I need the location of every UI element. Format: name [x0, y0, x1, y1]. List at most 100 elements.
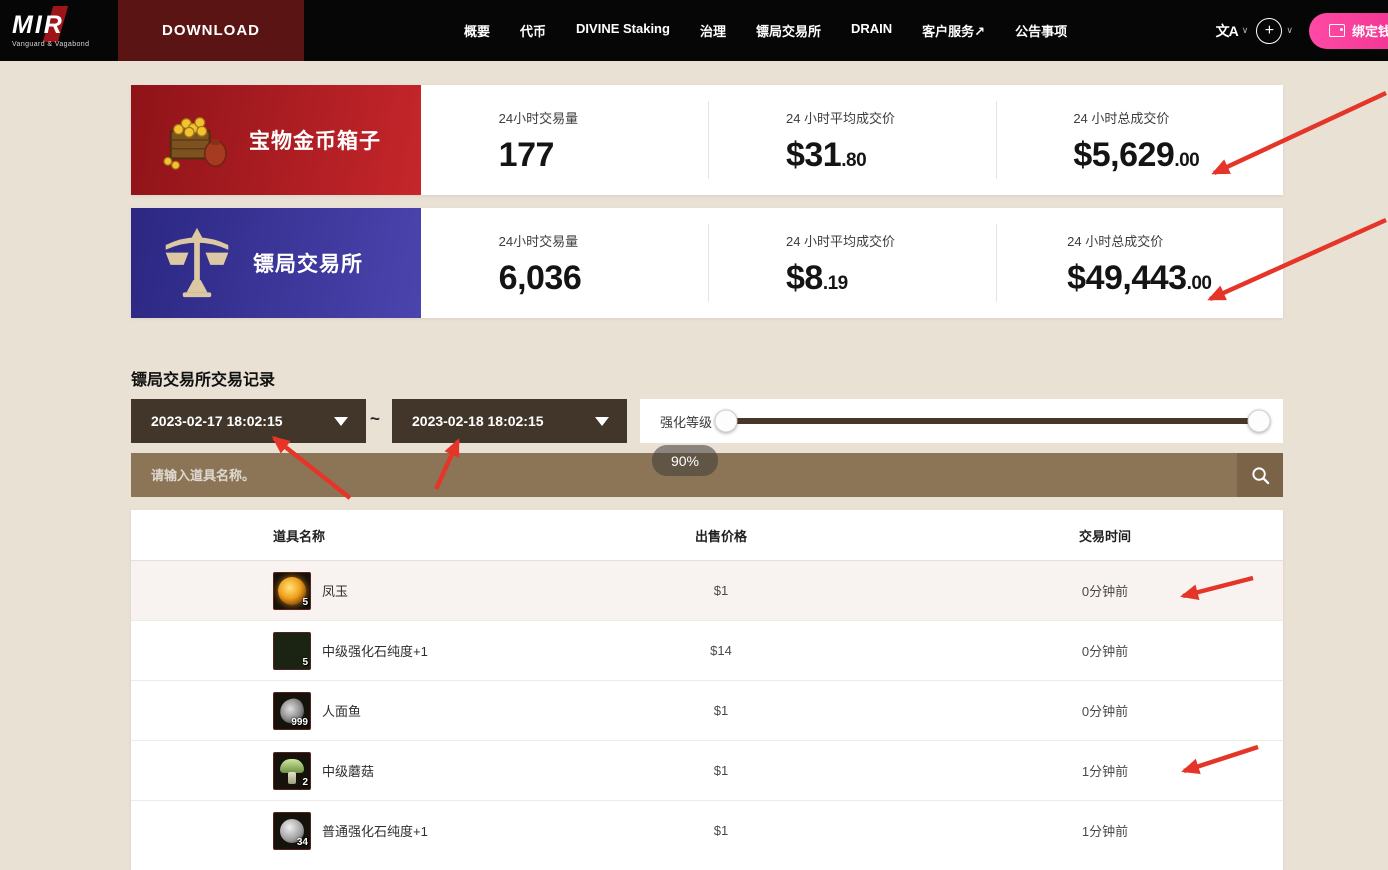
stat-label: 24 小时总成交价	[1073, 108, 1205, 127]
stat-24h-average-price: 24 小时平均成交价 $31.80	[708, 85, 995, 195]
header-trade-time: 交易时间	[841, 526, 1283, 545]
stat-value: 177	[499, 136, 554, 174]
item-count-badge: 2	[302, 777, 308, 789]
date-range-separator: ~	[370, 409, 380, 429]
header-sell-price: 出售价格	[601, 526, 841, 545]
treasure-chest-icon	[159, 108, 231, 172]
trade-time: 0分钟前	[841, 701, 1283, 720]
stat-value-decimal: .00	[1174, 150, 1199, 171]
top-navigation-bar: MIR Vanguard & Vagabond DOWNLOAD 概要 代币 D…	[0, 0, 1388, 61]
stat-value: $8	[786, 259, 823, 297]
download-button[interactable]: DOWNLOAD	[118, 0, 304, 61]
item-name: 中级强化石纯度+1	[322, 641, 428, 660]
item-icon: 5	[273, 632, 311, 670]
trade-time: 1分钟前	[841, 761, 1283, 780]
slider-tooltip: 90%	[652, 445, 718, 476]
nav-item-divine-staking[interactable]: DIVINE Staking	[576, 21, 670, 40]
treasure-chest-banner[interactable]: 宝物金币箱子	[131, 85, 421, 195]
stat-label: 24小时交易量	[499, 108, 631, 127]
card-title: 镖局交易所	[253, 248, 363, 278]
add-menu[interactable]: + ∨	[1256, 18, 1293, 44]
stat-value: $5,629	[1073, 136, 1174, 174]
stat-value-decimal: .19	[823, 273, 848, 294]
nav-item-announcements[interactable]: 公告事项	[1015, 21, 1067, 40]
language-icon: 文A	[1216, 21, 1238, 41]
exchange-stats-card: 镖局交易所 24小时交易量 6,036 24 小时平均成交价 $8.19 24 …	[131, 208, 1283, 318]
stats-row: 24小时交易量 6,036 24 小时平均成交价 $8.19 24 小时总成交价…	[421, 208, 1283, 318]
search-button[interactable]	[1237, 453, 1283, 497]
table-row[interactable]: 5 中级强化石纯度+1 $14 0分钟前	[131, 620, 1283, 680]
stat-value: $31	[786, 136, 841, 174]
stat-24h-average-price: 24 小时平均成交价 $8.19	[708, 208, 995, 318]
item-price: $1	[601, 703, 841, 718]
table-row[interactable]: 2 中级蘑菇 $1 1分钟前	[131, 740, 1283, 800]
item-price: $14	[601, 643, 841, 658]
mir-logo[interactable]: MIR Vanguard & Vagabond	[0, 0, 118, 61]
dropdown-arrow-icon	[334, 417, 348, 426]
enhance-level-filter-panel: 强化等级	[640, 399, 1283, 443]
table-row[interactable]: 999 人面鱼 $1 0分钟前	[131, 680, 1283, 740]
search-icon	[1251, 466, 1270, 485]
item-count-badge: 5	[302, 657, 308, 669]
chevron-down-icon: ∨	[1242, 25, 1249, 36]
enhance-level-slider[interactable]	[726, 418, 1259, 424]
item-icon: 2	[273, 752, 311, 790]
nav-item-drain[interactable]: DRAIN	[851, 21, 892, 40]
stat-label: 24 小时平均成交价	[786, 108, 918, 127]
item-price: $1	[601, 583, 841, 598]
exchange-banner[interactable]: 镖局交易所	[131, 208, 421, 318]
stat-24h-total-price: 24 小时总成交价 $5,629.00	[996, 85, 1283, 195]
bind-wallet-button[interactable]: 绑定钱包	[1309, 13, 1388, 49]
item-name: 凤玉	[322, 581, 348, 600]
item-name: 人面鱼	[322, 701, 361, 720]
item-count-badge: 5	[302, 597, 308, 609]
stat-label: 24小时交易量	[499, 231, 631, 250]
nav-item-customer-service[interactable]: 客户服务↗	[922, 21, 985, 40]
stat-value-decimal: .00	[1187, 273, 1212, 294]
stat-24h-volume: 24小时交易量 6,036	[421, 208, 708, 318]
mir-logo-subtitle: Vanguard & Vagabond	[12, 41, 118, 48]
stat-24h-volume: 24小时交易量 177	[421, 85, 708, 195]
date-to-dropdown[interactable]: 2023-02-18 18:02:15	[392, 399, 627, 443]
stat-24h-total-price: 24 小时总成交价 $49,443.00	[996, 208, 1283, 318]
main-menu: 概要 代币 DIVINE Staking 治理 镖局交易所 DRAIN 客户服务…	[464, 21, 1067, 40]
wallet-icon	[1329, 24, 1345, 37]
item-name: 普通强化石纯度+1	[322, 821, 428, 840]
slider-handle-max[interactable]	[1248, 410, 1271, 433]
stat-label: 24 小时平均成交价	[786, 231, 918, 250]
table-header-row: 道具名称 出售价格 交易时间	[131, 510, 1283, 561]
bind-wallet-label: 绑定钱包	[1352, 21, 1388, 40]
date-from-dropdown[interactable]: 2023-02-17 18:02:15	[131, 399, 366, 443]
nav-item-exchange[interactable]: 镖局交易所	[756, 21, 821, 40]
trade-time: 1分钟前	[841, 821, 1283, 840]
stats-row: 24小时交易量 177 24 小时平均成交价 $31.80 24 小时总成交价 …	[421, 85, 1283, 195]
treasure-chest-stats-card: 宝物金币箱子 24小时交易量 177 24 小时平均成交价 $31.80 24 …	[131, 85, 1283, 195]
enhance-level-label: 强化等级	[660, 412, 712, 431]
stat-value-decimal: .80	[841, 150, 866, 171]
item-name: 中级蘑菇	[322, 761, 374, 780]
nav-item-governance[interactable]: 治理	[700, 21, 726, 40]
table-row[interactable]: 34 普通强化石纯度+1 $1 1分钟前	[131, 800, 1283, 860]
nav-item-token[interactable]: 代币	[520, 21, 546, 40]
table-row[interactable]: 5 凤玉 $1 0分钟前	[131, 561, 1283, 620]
dropdown-arrow-icon	[595, 417, 609, 426]
plus-circle-icon: +	[1256, 18, 1282, 44]
slider-handle-min[interactable]	[715, 410, 738, 433]
section-title: 镖局交易所交易记录	[131, 366, 275, 390]
card-title: 宝物金币箱子	[249, 125, 381, 155]
item-icon: 999	[273, 692, 311, 730]
stat-value: $49,443	[1067, 259, 1186, 297]
item-price: $1	[601, 763, 841, 778]
date-from-value: 2023-02-17 18:02:15	[151, 413, 283, 429]
trade-time: 0分钟前	[841, 641, 1283, 660]
item-count-badge: 34	[297, 837, 308, 849]
nav-item-overview[interactable]: 概要	[464, 21, 490, 40]
item-count-badge: 999	[291, 717, 308, 729]
trade-time: 0分钟前	[841, 581, 1283, 600]
item-icon: 5	[273, 572, 311, 610]
item-price: $1	[601, 823, 841, 838]
nav-right-group: 文A ∨ + ∨ 绑定钱包	[1216, 13, 1388, 49]
language-selector[interactable]: 文A ∨	[1216, 21, 1249, 41]
stat-value: 6,036	[499, 259, 582, 297]
trade-records-table: 道具名称 出售价格 交易时间 5 凤玉 $1 0分钟前 5 中级强化石纯度+1 …	[131, 510, 1283, 870]
